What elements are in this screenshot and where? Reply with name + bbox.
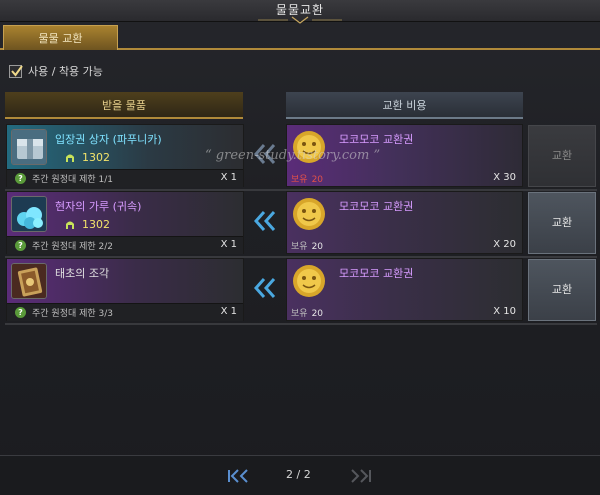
primal-fragment-icon <box>11 263 47 299</box>
exchange-button[interactable]: 교환 <box>528 192 596 254</box>
row-divider <box>5 323 597 325</box>
owned-value: 20 <box>311 242 324 252</box>
usable-filter-label: 사용 / 착용 가능 <box>28 65 103 78</box>
ticket-box-icon <box>11 129 47 165</box>
item-level: 1302 <box>65 151 110 164</box>
mokomoko-coin-icon <box>293 265 325 297</box>
usable-checkbox[interactable] <box>9 64 23 78</box>
cost-panel: 모코모코 교환권 보유 20 X 20 <box>286 191 523 254</box>
help-icon[interactable]: ? <box>15 307 26 318</box>
double-chevron-left-icon <box>253 278 276 298</box>
owned-count: 보유 20 <box>291 306 323 319</box>
reward-item-name: 입장권 상자 (파푸니카) <box>55 133 162 146</box>
barter-window: 물물교환 물물 교환 사용 / 착용 가능 받을 물품 교환 비용 입장권 상자… <box>0 0 600 495</box>
page-indicator: 2 / 2 <box>286 468 311 481</box>
reward-item-panel[interactable]: 현자의 가루 (귀속) 1302 ? 주간 원정대 제한 2/2 X 1 <box>6 191 244 254</box>
cost-quantity: X 20 <box>493 239 516 250</box>
help-icon[interactable]: ? <box>15 240 26 251</box>
tab-bar: 물물 교환 <box>0 22 600 50</box>
checkmark-icon <box>11 64 23 77</box>
exchange-button[interactable]: 교환 <box>528 125 596 187</box>
weekly-limit: ? 주간 원정대 제한 2/2 <box>15 239 113 252</box>
cost-quantity: X 30 <box>493 172 516 183</box>
reward-item-name: 태초의 조각 <box>55 267 110 280</box>
owned-value: 20 <box>311 175 324 185</box>
exchange-row: 현자의 가루 (귀속) 1302 ? 주간 원정대 제한 2/2 X 1 모코모… <box>0 191 600 255</box>
item-level-value: 1302 <box>82 218 110 231</box>
helmet-icon <box>66 154 74 162</box>
help-icon[interactable]: ? <box>15 173 26 184</box>
receive-column-header: 받을 물품 <box>5 92 243 119</box>
exchange-button[interactable]: 교환 <box>528 259 596 321</box>
first-page-icon[interactable] <box>227 469 251 483</box>
cost-panel: 모코모코 교환권 보유 20 X 10 <box>286 258 523 321</box>
watermark-quote-open: “ <box>205 148 216 163</box>
weekly-limit-text: 주간 원정대 제한 1/1 <box>32 175 114 185</box>
watermark: “ green-study.tistory.com ” <box>205 148 380 163</box>
owned-value: 20 <box>311 309 324 319</box>
item-level-value: 1302 <box>82 151 110 164</box>
reward-quantity: X 1 <box>220 306 237 317</box>
watermark-quote-close: ” <box>369 148 381 163</box>
crystal-dust-icon <box>11 196 47 232</box>
weekly-limit-text: 주간 원정대 제한 2/2 <box>32 242 114 252</box>
weekly-limit: ? 주간 원정대 제한 3/3 <box>15 306 113 319</box>
last-page-icon[interactable] <box>348 469 372 483</box>
owned-label: 보유 <box>291 309 308 319</box>
owned-label: 보유 <box>291 242 308 252</box>
owned-count: 보유 20 <box>291 172 323 185</box>
usable-filter[interactable]: 사용 / 착용 가능 <box>9 62 103 80</box>
title-bar: 물물교환 <box>0 0 600 24</box>
double-chevron-left-icon <box>253 211 276 231</box>
pagination-bar: 2 / 2 <box>0 455 600 495</box>
mokomoko-coin-icon <box>293 198 325 230</box>
reward-quantity: X 1 <box>220 239 237 250</box>
reward-quantity: X 1 <box>220 172 237 183</box>
owned-label: 보유 <box>291 175 308 185</box>
cost-column-header: 교환 비용 <box>286 92 523 119</box>
weekly-limit-text: 주간 원정대 제한 3/3 <box>32 309 114 319</box>
watermark-text: green-study.tistory.com <box>215 148 370 163</box>
weekly-limit: ? 주간 원정대 제한 1/1 <box>15 172 113 185</box>
cost-item-name: 모코모코 교환권 <box>339 200 414 213</box>
item-level: 1302 <box>65 218 110 231</box>
helmet-icon <box>66 221 74 229</box>
owned-count: 보유 20 <box>291 239 323 252</box>
tab-barter[interactable]: 물물 교환 <box>3 25 118 50</box>
exchange-row: 태초의 조각 ? 주간 원정대 제한 3/3 X 1 모코모코 교환권 보유 20 <box>0 258 600 322</box>
reward-item-name: 현자의 가루 (귀속) <box>55 200 142 213</box>
cost-item-name: 모코모코 교환권 <box>339 267 414 280</box>
reward-item-panel[interactable]: 태초의 조각 ? 주간 원정대 제한 3/3 X 1 <box>6 258 244 321</box>
cost-item-name: 모코모코 교환권 <box>339 133 414 146</box>
cost-quantity: X 10 <box>493 306 516 317</box>
